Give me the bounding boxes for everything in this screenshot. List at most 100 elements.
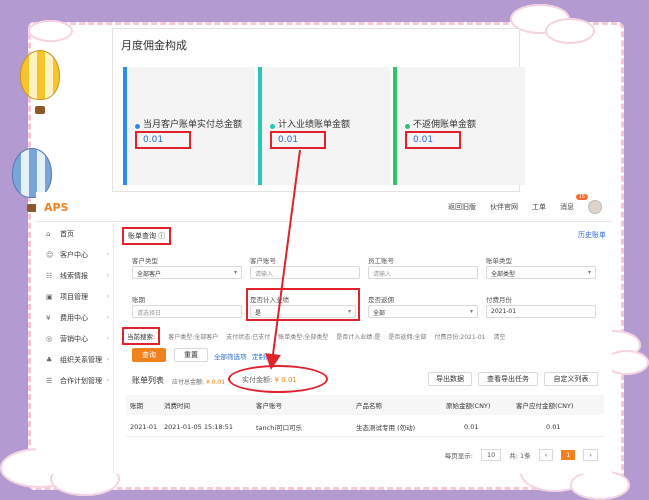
sidebar-item-org-relations[interactable]: ♣ 组织关系管理 ›: [36, 349, 113, 370]
per-page-label: 每页显示:: [444, 452, 473, 460]
rebate-select[interactable]: 全部 ▾: [368, 305, 478, 318]
filter-tag[interactable]: 账单类型:全部类型: [278, 332, 328, 341]
table-cell: tanchi可口可乐: [256, 423, 303, 432]
column-header[interactable]: 客户账号: [256, 400, 356, 410]
table-cell: 2021-01: [130, 422, 158, 431]
staff-account-label: 员工账号: [368, 257, 394, 265]
chevron-right-icon: ›: [106, 272, 109, 279]
table-cell: 0.01: [546, 422, 561, 431]
search-button[interactable]: 查询: [132, 348, 166, 362]
customer-account-input[interactable]: 请输入: [250, 266, 360, 279]
payable-value: ¥ 0.01: [205, 379, 226, 386]
total-count: 共: 1条: [509, 452, 531, 460]
chevron-down-icon: ▾: [347, 308, 351, 315]
cloud-decoration: [570, 470, 630, 500]
column-header[interactable]: 原始金额(CNY): [446, 400, 516, 410]
current-search-label: 当前搜索:: [122, 327, 161, 345]
in-performance-select[interactable]: 是 ▾: [250, 305, 356, 318]
column-header[interactable]: 消费时间: [164, 400, 256, 410]
select-value: 全部类型: [491, 271, 516, 278]
clear-filters-link[interactable]: 清空: [493, 332, 505, 341]
chevron-right-icon: ›: [106, 251, 109, 258]
project-icon: ▣: [46, 292, 53, 301]
sidebar-item-leads[interactable]: ☷ 线索情报 ›: [36, 265, 113, 286]
filter-tag[interactable]: 是否返佣:全部: [388, 332, 426, 341]
sidebar-item-label: 营销中心: [60, 334, 88, 343]
org-icon: ♣: [46, 355, 53, 364]
card-label: 不返佣账单金额: [413, 120, 477, 130]
column-header[interactable]: 账期: [126, 400, 164, 410]
home-icon: ⌂: [46, 229, 51, 238]
card-label: 当月客户账单实付总金额: [143, 120, 243, 130]
cloud-decoration: [545, 18, 595, 44]
current-page[interactable]: 1: [561, 450, 576, 460]
per-page-select[interactable]: 10: [480, 449, 502, 461]
user-icon: ☺: [46, 250, 54, 259]
table-row[interactable]: 2021-01 2021-01-05 15:18:51 tanchi可口可乐 生…: [126, 417, 604, 437]
table-cell: 0.01: [464, 422, 479, 431]
filter-tag[interactable]: 是否计入业绩:是: [336, 332, 380, 341]
app-header: APS 返回旧版 伙伴官网 工单 消息 15: [36, 192, 612, 222]
payable-total: 应付总金额: ¥ 0.01: [172, 377, 225, 386]
staff-account-input[interactable]: 请输入: [368, 266, 478, 279]
chevron-down-icon: ▾: [233, 269, 237, 276]
sidebar-item-label: 费用中心: [60, 313, 88, 322]
period-label: 账期: [132, 296, 145, 304]
card-value: 0.01: [405, 131, 461, 149]
app-logo[interactable]: APS: [44, 201, 69, 214]
cloud-decoration: [28, 20, 73, 42]
rebate-label: 是否返佣: [368, 296, 394, 304]
pay-month-picker[interactable]: 2021-01: [486, 305, 596, 318]
period-date-input[interactable]: 请选择日: [132, 305, 242, 318]
filter-tag[interactable]: 付费月份:2021-01: [434, 332, 485, 341]
commission-panel: 月度佣金构成 当月客户账单实付总金额 0.01 计入业绩账单金额 0.01 不返…: [112, 28, 525, 192]
history-bills-link[interactable]: 历史账单: [578, 230, 606, 240]
all-filters-link[interactable]: 全部筛选项: [214, 351, 247, 361]
next-page-button[interactable]: ›: [583, 449, 598, 461]
sidebar-item-billing-center[interactable]: ¥ 费用中心 ›: [36, 307, 113, 328]
view-export-tasks-button[interactable]: 查看导出任务: [478, 372, 538, 386]
custom-list-button[interactable]: 自定义列表: [544, 372, 598, 386]
customer-type-select[interactable]: 全部客户 ▾: [132, 266, 242, 279]
app-window: APS 返回旧版 伙伴官网 工单 消息 15 ⌂ 首页 ☺ 客户中心 › ☷ 线…: [36, 192, 612, 474]
chevron-down-icon: ▾: [469, 308, 473, 315]
sidebar-item-projects[interactable]: ▣ 项目管理 ›: [36, 286, 113, 307]
chevron-right-icon: ›: [106, 293, 109, 300]
reset-button[interactable]: 重置: [174, 348, 208, 362]
list-icon: ☷: [46, 271, 53, 280]
pay-month-label: 付费月份: [486, 296, 512, 304]
chevron-right-icon: ›: [106, 356, 109, 363]
filter-tag[interactable]: 支付状态:已支付: [226, 332, 270, 341]
sidebar-item-label: 线索情报: [60, 271, 88, 280]
custom-filters-link[interactable]: 定制筛选: [252, 351, 278, 361]
header-link-partner-site[interactable]: 伙伴官网: [490, 202, 518, 212]
avatar[interactable]: [588, 200, 602, 214]
card-value: 0.01: [270, 131, 326, 149]
dot-icon: [405, 124, 410, 129]
paid-value: ¥ 0.01: [274, 376, 297, 384]
hot-air-balloon-icon: [20, 50, 60, 114]
sidebar-item-label: 客户中心: [60, 250, 88, 259]
paid-label: 实付金额:: [242, 376, 273, 384]
header-link-old-version[interactable]: 返回旧版: [448, 202, 476, 212]
header-link-ticket[interactable]: 工单: [532, 202, 546, 212]
message-badge: 15: [575, 194, 588, 200]
bill-type-select[interactable]: 全部类型 ▾: [486, 266, 596, 279]
sidebar-item-customer-center[interactable]: ☺ 客户中心 ›: [36, 244, 113, 265]
prev-page-button[interactable]: ‹: [538, 449, 554, 461]
commission-title: 月度佣金构成: [121, 39, 187, 52]
header-link-messages[interactable]: 消息: [560, 202, 574, 212]
column-header[interactable]: 产品名称: [356, 400, 446, 410]
filter-tag[interactable]: 客户类型:全部客户: [168, 332, 218, 341]
sidebar-item-partner-plans[interactable]: ☰ 合作计划管理 ›: [36, 370, 113, 391]
sidebar-item-home[interactable]: ⌂ 首页: [36, 223, 113, 244]
sidebar-item-marketing[interactable]: ◎ 营销中心 ›: [36, 328, 113, 349]
commission-card-no-rebate: 不返佣账单金额 0.01: [393, 67, 525, 185]
commission-card-performance: 计入业绩账单金额 0.01: [258, 67, 390, 185]
select-value: 全部: [373, 310, 386, 317]
export-data-button[interactable]: 导出数据: [428, 372, 472, 386]
table-cell: 2021-01-05 15:18:51: [164, 422, 234, 431]
breadcrumb: 账单查询 ⓘ: [122, 227, 172, 245]
column-header[interactable]: 客户应付金额(CNY): [516, 400, 596, 410]
sidebar-item-label: 合作计划管理: [60, 376, 102, 385]
